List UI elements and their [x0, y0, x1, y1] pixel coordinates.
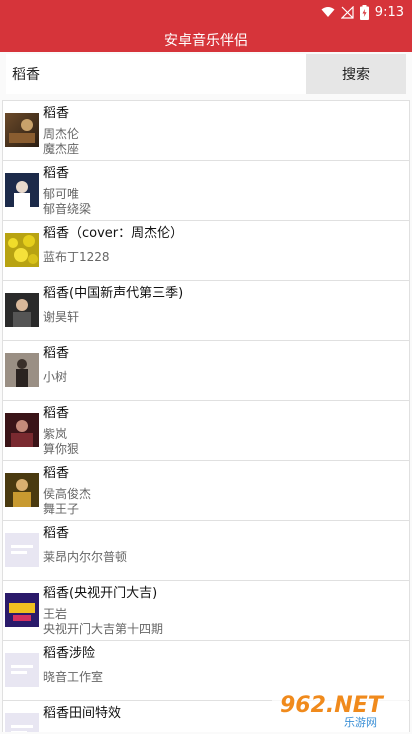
album-name: 算你狠	[43, 442, 80, 456]
svg-text:乐游网: 乐游网	[344, 716, 377, 729]
album-cover	[5, 113, 39, 147]
album-name: 郁音绕梁	[43, 202, 92, 216]
list-item[interactable]: 稻香 周杰伦 魔杰座	[3, 101, 409, 161]
album-cover	[5, 413, 39, 447]
no-signal-icon	[340, 5, 354, 19]
album-name: 央视开门大吉第十四期	[43, 622, 164, 636]
list-item[interactable]: 稻香 小树	[3, 341, 409, 401]
song-title: 稻香（cover：周杰伦）	[43, 226, 184, 241]
artist-name: 郁可唯	[43, 187, 80, 201]
list-item[interactable]: 稻香(央视开门大吉) 王岩 央视开门大吉第十四期	[3, 581, 409, 641]
artist-name: 周杰伦	[43, 127, 80, 141]
artist-name: 蓝布丁1228	[43, 250, 110, 264]
album-cover	[5, 533, 39, 567]
artist-name: 谢昊轩	[43, 310, 80, 324]
album-cover	[5, 653, 39, 687]
app-title: 安卓音乐伴侣	[164, 33, 248, 49]
clock: 9:13	[374, 4, 404, 20]
song-title: 稻香	[43, 466, 70, 481]
artist-name: 小树	[43, 370, 68, 384]
album-cover	[5, 353, 39, 387]
app-bar: 9:13 安卓音乐伴侣	[0, 0, 412, 52]
album-cover	[5, 173, 39, 207]
song-title: 稻香	[43, 406, 70, 421]
song-title: 稻香(央视开门大吉)	[43, 586, 158, 601]
song-title: 稻香	[43, 526, 70, 541]
list-item[interactable]: 稻香(中国新声代第三季) 谢昊轩	[3, 281, 409, 341]
search-input[interactable]	[6, 54, 306, 94]
song-title: 稻香涉险	[43, 646, 96, 661]
status-bar: 9:13	[321, 0, 412, 24]
song-title: 稻香	[43, 106, 70, 121]
svg-text:962.NET: 962.NET	[280, 693, 385, 718]
album-cover	[5, 293, 39, 327]
artist-name: 王岩	[43, 607, 68, 621]
result-list[interactable]: 稻香 周杰伦 魔杰座 稻香 郁可唯 郁音绕梁 稻香（cover：周杰伦） 蓝布丁…	[2, 100, 410, 732]
artist-name: 侯高俊杰	[43, 487, 92, 501]
site-watermark-logo: 962.NET 乐游网	[272, 686, 408, 730]
list-item[interactable]: 稻香 紫岚 算你狠	[3, 401, 409, 461]
album-cover	[5, 593, 39, 627]
battery-charging-icon	[359, 4, 369, 20]
album-cover	[5, 233, 39, 267]
search-button[interactable]: 搜索	[306, 54, 406, 94]
album-name: 舞王子	[43, 502, 80, 516]
list-item[interactable]: 稻香 侯高俊杰 舞王子	[3, 461, 409, 521]
wifi-icon	[321, 6, 335, 18]
album-cover	[5, 713, 39, 732]
artist-name: 晓音工作室	[43, 670, 104, 684]
list-item[interactable]: 稻香（cover：周杰伦） 蓝布丁1228	[3, 221, 409, 281]
album-cover	[5, 473, 39, 507]
song-title: 稻香	[43, 346, 70, 361]
song-title: 稻香(中国新声代第三季)	[43, 286, 184, 301]
album-name: 魔杰座	[43, 142, 80, 156]
artist-name: 紫岚	[43, 427, 68, 441]
list-item[interactable]: 稻香 莱昂内尔尔普顿	[3, 521, 409, 581]
search-bar: 搜索	[6, 54, 406, 94]
artist-name: 莱昂内尔尔普顿	[43, 550, 128, 564]
list-item[interactable]: 稻香 郁可唯 郁音绕梁	[3, 161, 409, 221]
song-title: 稻香	[43, 166, 70, 181]
